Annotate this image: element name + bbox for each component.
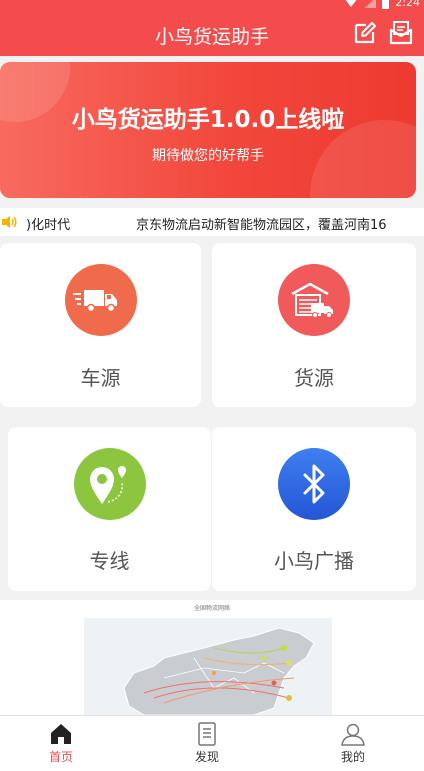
status-bar: 2:24 <box>0 0 424 10</box>
news-marquee[interactable]: )化时代 京东物流启动新智能物流园区，覆盖河南16 <box>0 208 424 236</box>
card-label: 货源 <box>294 366 334 390</box>
tab-home[interactable]: 首页 <box>21 722 101 765</box>
bottom-tab-bar: 首页 发现 我的 <box>0 715 424 771</box>
marquee-text-right: 京东物流启动新智能物流园区，覆盖河南16 <box>136 218 387 233</box>
tab-mine[interactable]: 我的 <box>313 722 393 765</box>
card-dedicated-line[interactable]: 专线 <box>8 427 211 591</box>
china-logistics-map <box>84 618 332 715</box>
tab-label: 首页 <box>48 750 73 764</box>
battery-icon <box>382 0 390 9</box>
speaker-icon <box>2 216 17 228</box>
wifi-icon <box>344 0 359 7</box>
home-icon <box>51 724 71 744</box>
warehouse-truck-icon <box>278 264 350 336</box>
marquee-text-left: )化时代 <box>26 218 71 233</box>
card-cargo-source[interactable]: 货源 <box>212 243 416 407</box>
document-icon <box>198 722 216 746</box>
card-label: 车源 <box>80 366 121 390</box>
status-time: 2:24 <box>395 0 420 9</box>
banner-title: 小鸟货运助手1.0.0上线啦 <box>71 107 345 133</box>
card-label: 专线 <box>89 549 130 573</box>
tab-label: 我的 <box>340 750 365 764</box>
title-bar: 小鸟货运助手 <box>0 10 424 56</box>
edit-icon[interactable] <box>352 20 378 46</box>
person-icon <box>341 723 365 746</box>
tab-discover[interactable]: 发现 <box>167 722 247 765</box>
map-pin-icon <box>73 448 146 520</box>
map-caption: 全国物流网络 <box>193 605 230 612</box>
signal-icon <box>364 0 377 8</box>
promo-banner[interactable]: 小鸟货运助手1.0.0上线啦 期待做您的好帮手 <box>0 62 416 198</box>
mail-icon[interactable] <box>388 20 414 46</box>
logistics-map-panel[interactable]: 全国物流网络 <box>0 600 424 715</box>
card-vehicle-source[interactable]: 车源 <box>0 243 201 407</box>
banner-subtitle: 期待做您的好帮手 <box>152 148 264 164</box>
bluetooth-icon <box>278 448 350 520</box>
truck-icon <box>64 264 137 336</box>
tab-label: 发现 <box>194 750 219 764</box>
card-bird-broadcast[interactable]: 小鸟广播 <box>212 427 416 591</box>
card-label: 小鸟广播 <box>274 549 354 573</box>
